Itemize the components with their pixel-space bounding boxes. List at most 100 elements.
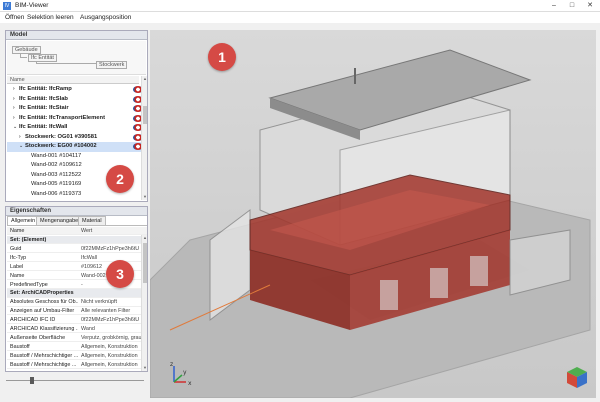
property-row[interactable]: ARCHICAD IFC ID 0f22MMzFz1hPpe3h6tU — [7, 316, 147, 325]
tree-row[interactable]: › Ifc Entität: IfcRamp — [7, 85, 146, 95]
menu-open[interactable]: Öffnen — [5, 14, 24, 21]
title-bar: IV BIM-Viewer – □ ✕ — [0, 0, 600, 12]
minimize-button[interactable]: – — [546, 0, 562, 12]
window-title: BIM-Viewer — [15, 2, 49, 9]
property-name: Baustoff / Mehrschichtiger ... — [10, 352, 78, 359]
scroll-up-icon[interactable]: ▲ — [142, 76, 148, 82]
zoom-slider-thumb[interactable] — [30, 377, 34, 384]
axis-label-x: x — [188, 380, 192, 387]
property-row[interactable]: Baustoff / Mehrschichtige ... Allgemein, … — [7, 361, 147, 369]
window-opening — [430, 268, 448, 298]
property-row[interactable]: ARCHICAD Klassifizierung ... Wand — [7, 325, 147, 334]
tree-row-label: Wand-001 #104117 — [31, 152, 82, 159]
properties-panel: Eigenschaften Allgemein Mengenangaben Ma… — [5, 206, 148, 372]
properties-column-header: Name Wert — [7, 227, 147, 236]
tree-row-label: Ifc Entität: IfcSlab — [19, 95, 68, 102]
tab-material[interactable]: Material — [78, 216, 106, 225]
tree-row[interactable]: › Ifc Entität: IfcSlab — [7, 95, 146, 105]
column-name[interactable]: Name — [10, 227, 78, 234]
property-name: Set: ArchiCADProperties — [10, 290, 74, 297]
tree-row-label: Wand-005 #119169 — [31, 181, 82, 187]
property-name: Set: (Element) — [10, 237, 47, 243]
tab-general[interactable]: Allgemein — [7, 216, 40, 225]
property-name: Ifc-Typ — [10, 254, 27, 261]
group-box-storey[interactable]: Stockwerk — [96, 61, 128, 69]
zoom-slider-track[interactable] — [6, 380, 144, 381]
property-row[interactable]: Absolutes Geschoss für Ob... Nicht verknü… — [7, 298, 147, 307]
group-connector — [36, 62, 96, 64]
property-value: Allgemein, Konstruktion — [81, 352, 138, 359]
property-name: Baustoff / Mehrschichtige ... — [10, 361, 77, 368]
property-value: Alle relevanten Filter — [81, 308, 131, 315]
group-box-ifc-entity[interactable]: Ifc Entität — [28, 54, 57, 62]
tree-scrollbar[interactable]: ▲ ▼ — [141, 76, 147, 200]
property-name: Anzeigen auf Umbau-Filter — [10, 308, 75, 315]
chimney — [354, 68, 356, 84]
tree-row-label: Wand-006 #119373 — [31, 190, 82, 197]
property-name: Baustoff — [10, 343, 30, 350]
maximize-button[interactable]: □ — [564, 0, 580, 12]
annotation-marker-1: 1 — [208, 43, 236, 71]
property-row[interactable]: Baustoff / Mehrschichtiger ... Allgemein,… — [7, 352, 147, 360]
app-icon: IV — [3, 2, 11, 10]
tree-row[interactable]: ⌄ Ifc Entität: IfcWall — [7, 123, 146, 133]
property-name: Außenseite Oberfläche — [10, 334, 66, 341]
menu-bar: Öffnen Selektion leeren Ausgangsposition — [0, 12, 600, 23]
property-value: Allgemein, Konstruktion — [81, 361, 138, 368]
scroll-thumb[interactable] — [143, 243, 147, 283]
tree-row-label: Stockwerk: OG01 #390581 — [25, 133, 98, 140]
group-box-building[interactable]: Gebäude — [12, 46, 41, 54]
scroll-up-icon[interactable]: ▲ — [142, 235, 148, 241]
properties-panel-title: Eigenschaften — [6, 207, 147, 216]
property-section[interactable]: Set: ArchiCADProperties — [7, 289, 147, 298]
scroll-down-icon[interactable]: ▼ — [142, 194, 148, 200]
column-value[interactable]: Wert — [81, 227, 145, 234]
3d-viewport[interactable]: z y x 1 — [150, 30, 596, 398]
tree-row-label: Wand-003 #112522 — [31, 171, 82, 178]
property-value: Allgemein, Konstruktion — [81, 343, 138, 350]
property-name: Absolutes Geschoss für Ob... — [10, 299, 78, 306]
scroll-down-icon[interactable]: ▼ — [142, 365, 148, 371]
axis-label-z: z — [170, 361, 173, 368]
scroll-thumb[interactable] — [143, 106, 147, 124]
tree-row[interactable]: › Stockwerk: OG01 #390581 — [7, 133, 146, 143]
tree-row-label: Ifc Entität: IfcStair — [19, 105, 69, 111]
axis-label-y: y — [183, 369, 187, 376]
property-value: 0f22MMzFz1hPpe3h6tU — [81, 245, 140, 252]
property-name: ARCHICAD IFC ID — [10, 317, 56, 324]
tab-divider — [7, 225, 147, 226]
property-name: Label — [10, 263, 24, 270]
tree-column-header[interactable]: Name — [7, 76, 139, 84]
property-name: Guid — [10, 245, 22, 252]
menu-clear-selection[interactable]: Selektion leeren — [27, 14, 74, 21]
property-value: Verputz, grobkörnig, grau — [81, 334, 142, 341]
close-button[interactable]: ✕ — [582, 0, 598, 12]
tree-row[interactable]: › Ifc Entität: IfcStair — [7, 104, 146, 114]
tree-row[interactable]: Wand-001 #104117 — [7, 152, 146, 162]
property-section[interactable]: Set: (Element) — [7, 236, 147, 245]
window-opening — [380, 280, 398, 310]
tree-row[interactable]: › Ifc Entität: IfcTransportElement — [7, 114, 146, 124]
property-name: Name — [10, 272, 25, 279]
property-row[interactable]: Guid 0f22MMzFz1hPpe3h6tU — [7, 245, 147, 254]
property-row[interactable]: Anzeigen auf Umbau-Filter Alle relevanten… — [7, 307, 147, 316]
tree-row-label: Ifc Entität: IfcTransportElement — [19, 114, 105, 121]
model-panel-title: Model — [6, 31, 147, 40]
tree-row-label: Stockwerk: EG00 #104002 — [25, 143, 97, 149]
tree-row-label: Wand-002 #109612 — [31, 162, 82, 168]
property-value: Wand — [81, 326, 95, 332]
properties-scrollbar[interactable]: ▲ ▼ — [141, 235, 147, 371]
window-opening — [470, 256, 488, 286]
property-row[interactable]: Baustoff Allgemein, Konstruktion — [7, 343, 147, 352]
property-value: Nicht verknüpft — [81, 299, 117, 306]
menu-home-position[interactable]: Ausgangsposition — [80, 14, 131, 21]
property-name: PredefinedType — [10, 281, 48, 288]
annotation-marker-3: 3 — [106, 260, 134, 288]
property-row[interactable]: Außenseite Oberfläche Verputz, grobkörnig… — [7, 334, 147, 343]
tree-row-label: Ifc Entität: IfcWall — [19, 124, 68, 130]
annotation-marker-2: 2 — [106, 165, 134, 193]
tree-row-selected[interactable]: ⌄ Stockwerk: EG00 #104002 — [7, 142, 146, 152]
building-model[interactable]: z y x — [150, 30, 596, 398]
property-name: ARCHICAD Klassifizierung ... — [10, 326, 78, 332]
tree-row-label: Ifc Entität: IfcRamp — [19, 86, 72, 92]
